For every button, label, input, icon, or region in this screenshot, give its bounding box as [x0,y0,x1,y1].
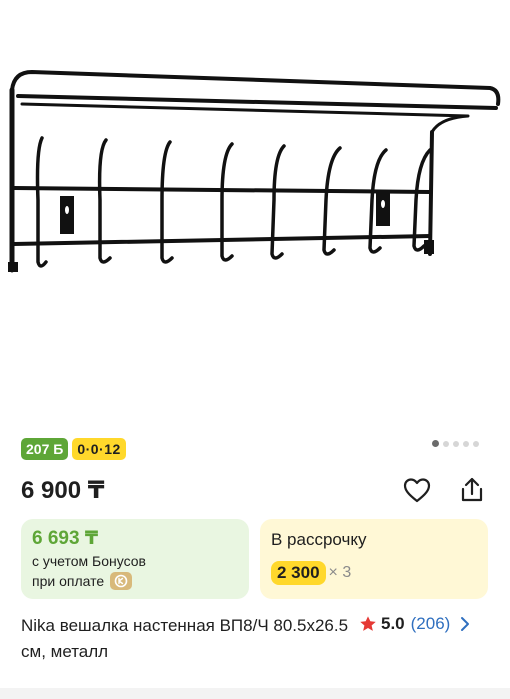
chevron-right-icon [460,616,470,632]
installment-row: 2 300 × 3 [271,561,477,585]
share-icon [461,477,483,502]
pager-dot[interactable] [453,440,459,447]
rating-link[interactable]: 5.0 (206) [359,613,470,635]
heart-icon [403,478,431,503]
installment-title: В рассрочку [271,530,367,549]
pager-dot[interactable] [473,440,479,447]
bonus-line-2-text: при оплате [32,573,105,589]
share-button[interactable] [456,474,488,506]
pager-dot[interactable] [463,440,469,447]
star-icon [360,616,376,631]
product-image[interactable] [0,0,510,420]
bonus-price: 6 693 ₸ [32,528,99,549]
product-price: 6 900 ₸ [21,477,105,504]
review-count: (206) [410,614,451,633]
bonus-price-card[interactable]: 6 693 ₸ с учетом Бонусов при оплате [21,519,249,599]
pager-dot-active[interactable] [432,440,439,447]
bonus-line-1-text: с учетом Бонусов [32,553,146,569]
kaspi-pay-icon [110,572,133,590]
installment-card[interactable]: В рассрочку 2 300 × 3 [260,519,488,599]
rating-value: 5.0 [381,614,405,633]
coat-rack-photo [8,70,501,273]
pager-dot[interactable] [443,440,449,447]
bonus-line-2: при оплате [32,571,238,591]
installment-amount: 2 300 [271,561,326,585]
image-pager[interactable] [432,440,479,447]
favorite-button[interactable] [401,474,433,506]
section-divider [0,688,510,699]
bonus-badge: 207 Б [21,438,69,460]
installment-plan-badge: 0·0·12 [72,438,126,460]
installment-multiplier: × 3 [328,564,352,581]
bonus-line-1: с учетом Бонусов [32,551,238,571]
product-title: Nika вешалка настенная ВП8/Ч 80.5x26.5 с… [21,616,349,661]
badges: 207 Б 0·0·12 [21,438,126,460]
